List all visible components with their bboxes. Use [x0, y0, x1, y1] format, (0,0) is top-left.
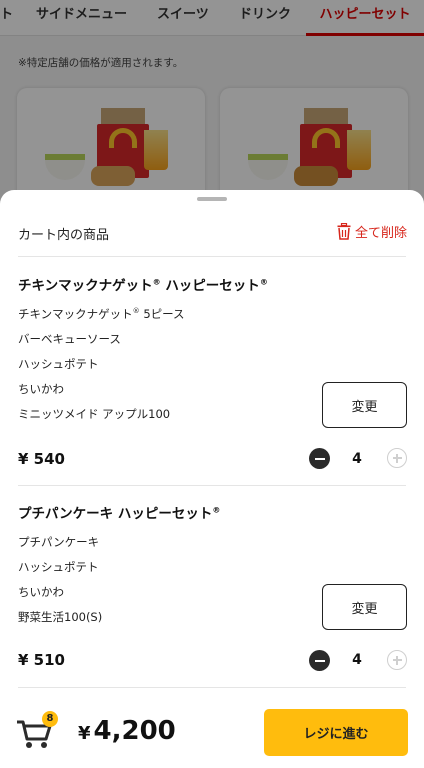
price-value: 540	[33, 450, 65, 468]
drag-handle[interactable]	[197, 197, 227, 201]
total-value: 4,200	[93, 716, 176, 746]
trash-icon	[337, 222, 351, 240]
cart-item-title: プチパンケーキ ハッピーセット®	[18, 502, 221, 523]
item-component: ちいかわ	[18, 382, 64, 396]
item-name: プチパンケーキ ハッピーセット	[18, 506, 213, 522]
decrease-quantity-button[interactable]	[309, 448, 330, 469]
cart-footer: 8 ¥4,200 レジに進む	[0, 688, 424, 768]
item-price: ¥ 540	[18, 450, 65, 468]
cart-total: ¥4,200	[78, 716, 176, 746]
item-component: ハッシュポテト	[18, 357, 99, 371]
price-value: 510	[33, 651, 65, 669]
cart-item-title: チキンマックナゲット® ハッピーセット®	[18, 274, 268, 295]
currency-symbol: ¥	[18, 450, 29, 468]
item-component: 野菜生活100(S)	[18, 610, 103, 624]
divider	[18, 256, 406, 257]
increase-quantity-button[interactable]	[387, 650, 407, 670]
item-component: ミニッツメイド アップル100	[18, 407, 171, 421]
quantity-value: 4	[352, 451, 362, 467]
item-component: ハッシュポテト	[18, 560, 99, 574]
item-component: プチパンケーキ	[18, 535, 100, 549]
currency-symbol: ¥	[18, 651, 29, 669]
item-component: チキンマックナゲット® 5ピース	[18, 307, 185, 321]
clear-all-label: 全て削除	[354, 225, 407, 241]
item-set-label: ハッピーセット	[165, 278, 260, 294]
item-component: ちいかわ	[18, 585, 64, 599]
item-name: チキンマックナゲット	[18, 278, 153, 294]
item-component: バーベキューソース	[18, 332, 121, 346]
change-button[interactable]: 変更	[322, 584, 407, 630]
cart-sheet: カート内の商品 全て削除 チキンマックナゲット® ハッピーセット® チキンマック…	[0, 190, 424, 768]
quantity-value: 4	[352, 652, 362, 668]
increase-quantity-button[interactable]	[387, 448, 407, 468]
decrease-quantity-button[interactable]	[309, 650, 330, 671]
clear-all-button[interactable]: 全て削除	[337, 221, 407, 241]
divider	[18, 485, 406, 486]
change-button[interactable]: 変更	[322, 382, 407, 428]
item-price: ¥ 510	[18, 651, 65, 669]
cart-count-badge: 8	[42, 711, 58, 727]
registered-mark: ®	[259, 277, 268, 287]
registered-mark: ®	[212, 505, 221, 515]
cart-title: カート内の商品	[18, 228, 110, 243]
registered-mark: ®	[152, 277, 161, 287]
checkout-button[interactable]: レジに進む	[264, 709, 408, 756]
currency-symbol: ¥	[78, 723, 91, 744]
